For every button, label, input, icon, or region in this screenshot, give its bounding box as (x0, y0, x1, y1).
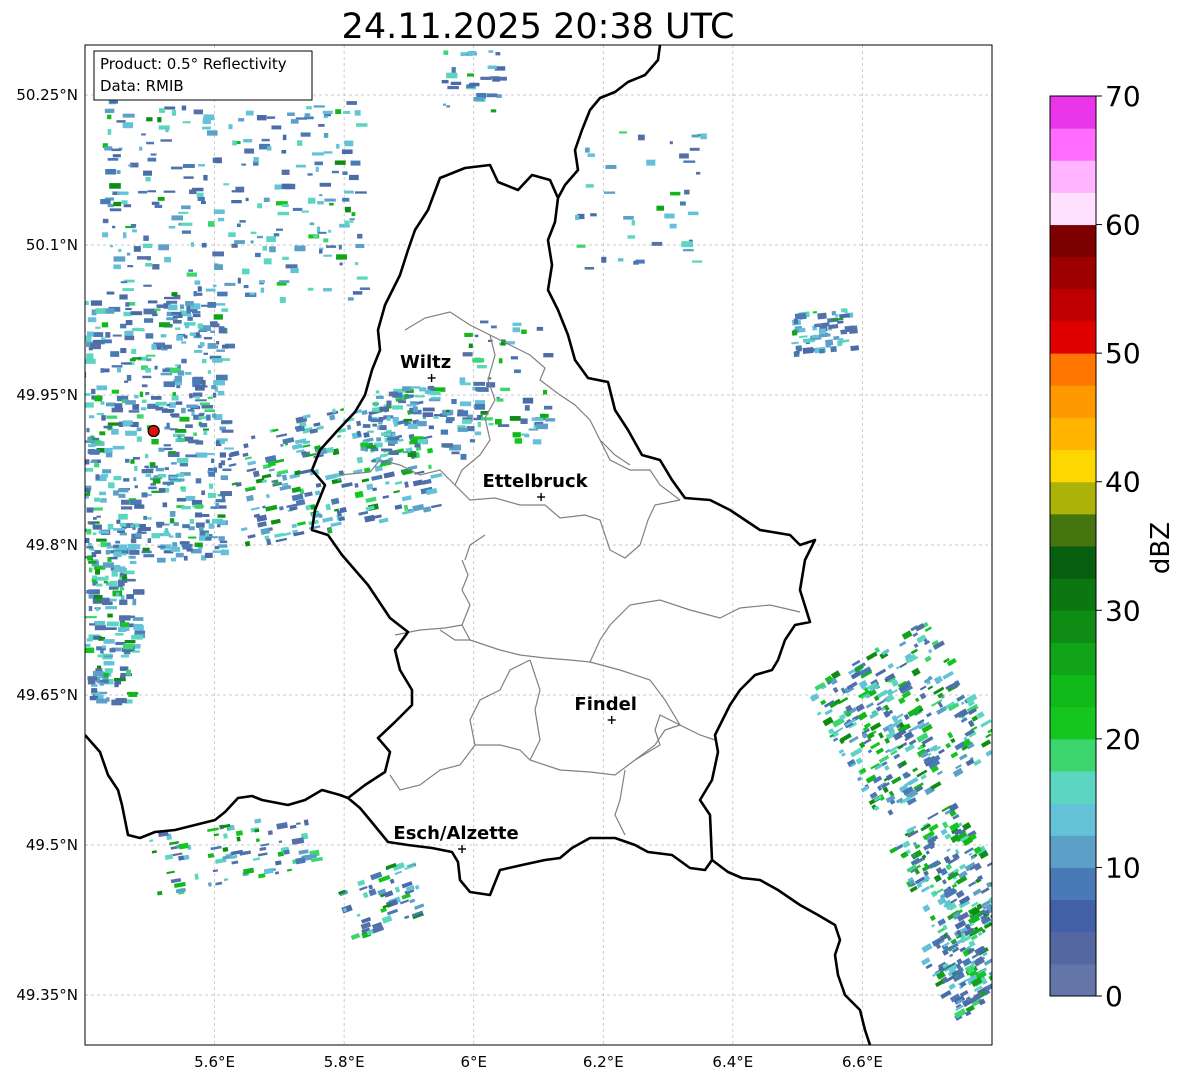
lon-tick-label: 6.6°E (842, 1053, 883, 1071)
city-label: Esch/Alzette (393, 823, 518, 844)
info-box: Product: 0.5° Reflectivity Data: RMIB (93, 50, 313, 101)
colorbar-tick-label: 0 (1105, 980, 1123, 1013)
colorbar-segment (1050, 288, 1096, 322)
colorbar-segment (1050, 546, 1096, 579)
colorbar-segment (1050, 160, 1096, 193)
colorbar-segment (1050, 513, 1096, 547)
colorbar-segment (1050, 610, 1096, 643)
lat-tick-label: 49.65°N (16, 686, 78, 704)
colorbar-segment (1050, 96, 1096, 129)
colorbar-segment (1050, 353, 1096, 386)
city-label: Findel (574, 694, 637, 715)
info-product: Product: 0.5° Reflectivity (100, 55, 287, 73)
lon-tick-label: 5.6°E (194, 1053, 235, 1071)
colorbar-tick-label: 60 (1105, 209, 1141, 242)
city-label: Wiltz (400, 352, 451, 373)
info-data-source: Data: RMIB (100, 77, 184, 95)
lon-tick-label: 6.2°E (583, 1053, 624, 1071)
colorbar-segment (1050, 867, 1096, 901)
colorbar-segment (1050, 578, 1096, 611)
lat-tick-label: 50.1°N (26, 236, 78, 254)
radar-site-marker[interactable] (147, 424, 160, 438)
colorbar-segment (1050, 385, 1096, 418)
colorbar-segment (1050, 771, 1096, 804)
colorbar-tick-label: 30 (1105, 594, 1141, 627)
lon-tick-label: 6.4°E (712, 1053, 753, 1071)
colorbar-tick-label: 40 (1105, 466, 1141, 499)
colorbar-tick-label: 20 (1105, 723, 1141, 756)
colorbar-segment (1050, 321, 1096, 354)
colorbar-segment (1050, 738, 1096, 772)
lon-tick-label: 6°E (460, 1053, 487, 1071)
lat-tick-label: 49.95°N (16, 386, 78, 404)
longitude-tick-labels: 5.6°E 5.8°E 6°E 6.2°E 6.4°E 6.6°E (194, 1053, 883, 1071)
colorbar-segment (1050, 706, 1096, 740)
colorbar-segment (1050, 256, 1096, 290)
lon-tick-label: 5.8°E (324, 1053, 365, 1071)
lat-tick-label: 49.35°N (16, 986, 78, 1004)
lat-tick-label: 50.25°N (16, 86, 78, 104)
colorbar-label: dBZ (1146, 522, 1176, 574)
colorbar-segment (1050, 674, 1096, 708)
map-title: 24.11.2025 20:38 UTC (342, 7, 735, 47)
colorbar-segment (1050, 963, 1096, 997)
colorbar-tick-label: 50 (1105, 337, 1141, 370)
radar-figure: 24.11.2025 20:38 UTC WiltzEttelbruckFind… (16, 7, 1176, 1071)
colorbar-segment (1050, 899, 1096, 933)
colorbar-segment (1050, 417, 1096, 451)
colorbar-segment (1050, 192, 1096, 226)
latitude-tick-labels: 50.25°N 50.1°N 49.95°N 49.8°N 49.65°N 49.5°N 4… (16, 86, 78, 1004)
colorbar-segment (1050, 128, 1096, 161)
colorbar-segment (1050, 931, 1096, 965)
colorbar (1049, 95, 1097, 997)
colorbar-segment (1050, 835, 1096, 868)
city-label: Ettelbruck (483, 471, 589, 492)
lat-tick-label: 49.8°N (26, 536, 78, 554)
colorbar-segment (1050, 642, 1096, 676)
colorbar-segment (1050, 449, 1096, 483)
colorbar-tick-labels: 0 10 20 30 40 50 60 70 (1096, 80, 1141, 1013)
colorbar-segment (1050, 224, 1096, 258)
colorbar-segment (1050, 481, 1096, 515)
lat-tick-label: 49.5°N (26, 836, 78, 854)
colorbar-segment (1050, 803, 1096, 836)
colorbar-tick-label: 10 (1105, 851, 1141, 884)
colorbar-tick-label: 70 (1105, 80, 1141, 113)
